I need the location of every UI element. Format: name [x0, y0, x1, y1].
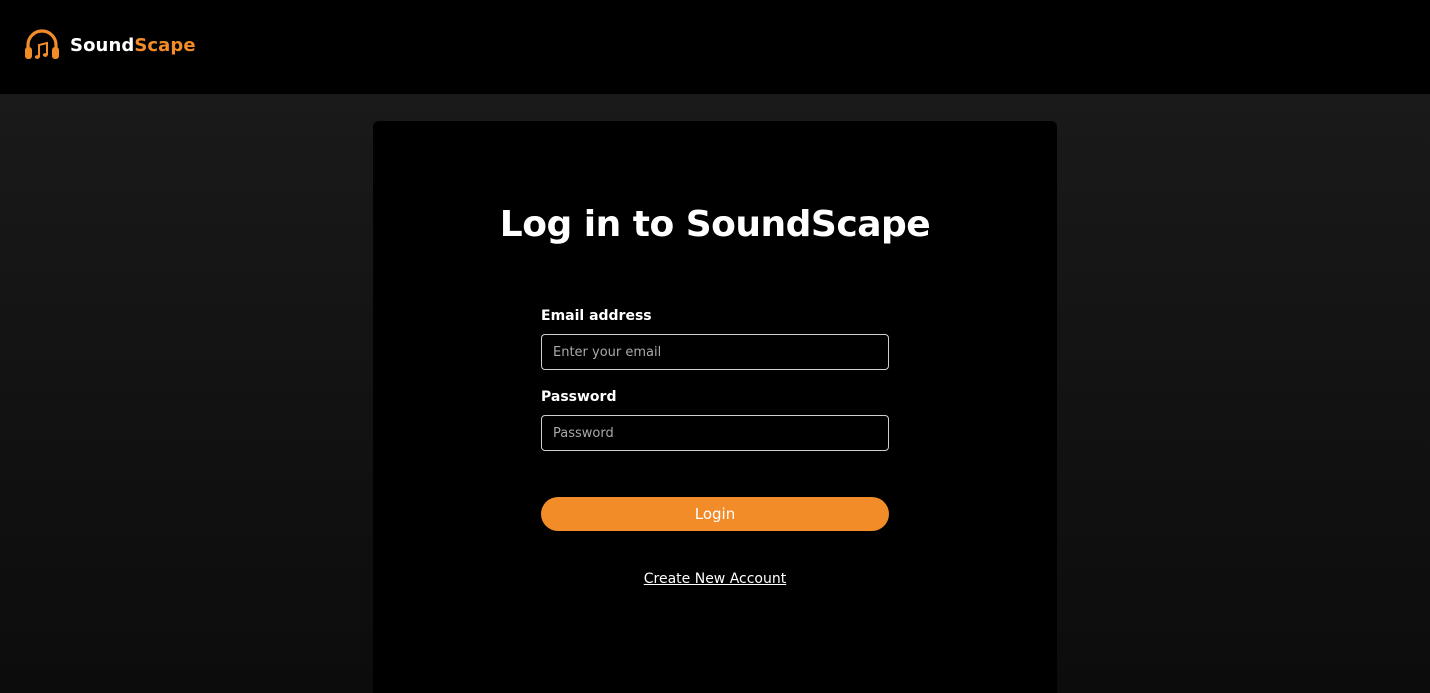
headphones-music-icon: [25, 29, 59, 59]
brand-logo[interactable]: SoundScape: [24, 28, 196, 62]
top-navbar: SoundScape: [0, 0, 1430, 94]
email-field[interactable]: [541, 334, 889, 370]
password-label: Password: [541, 389, 617, 405]
page-title: Log in to SoundScape: [499, 204, 931, 245]
create-account-row: Create New Account: [0, 569, 1430, 589]
login-button[interactable]: Login: [541, 497, 889, 531]
brand-name: SoundScape: [70, 35, 196, 56]
brand-name-scape: Scape: [134, 34, 196, 56]
password-field[interactable]: [541, 415, 889, 451]
brand-name-sound: Sound: [70, 34, 135, 56]
create-account-link[interactable]: Create New Account: [644, 571, 786, 587]
email-label: Email address: [541, 308, 652, 324]
